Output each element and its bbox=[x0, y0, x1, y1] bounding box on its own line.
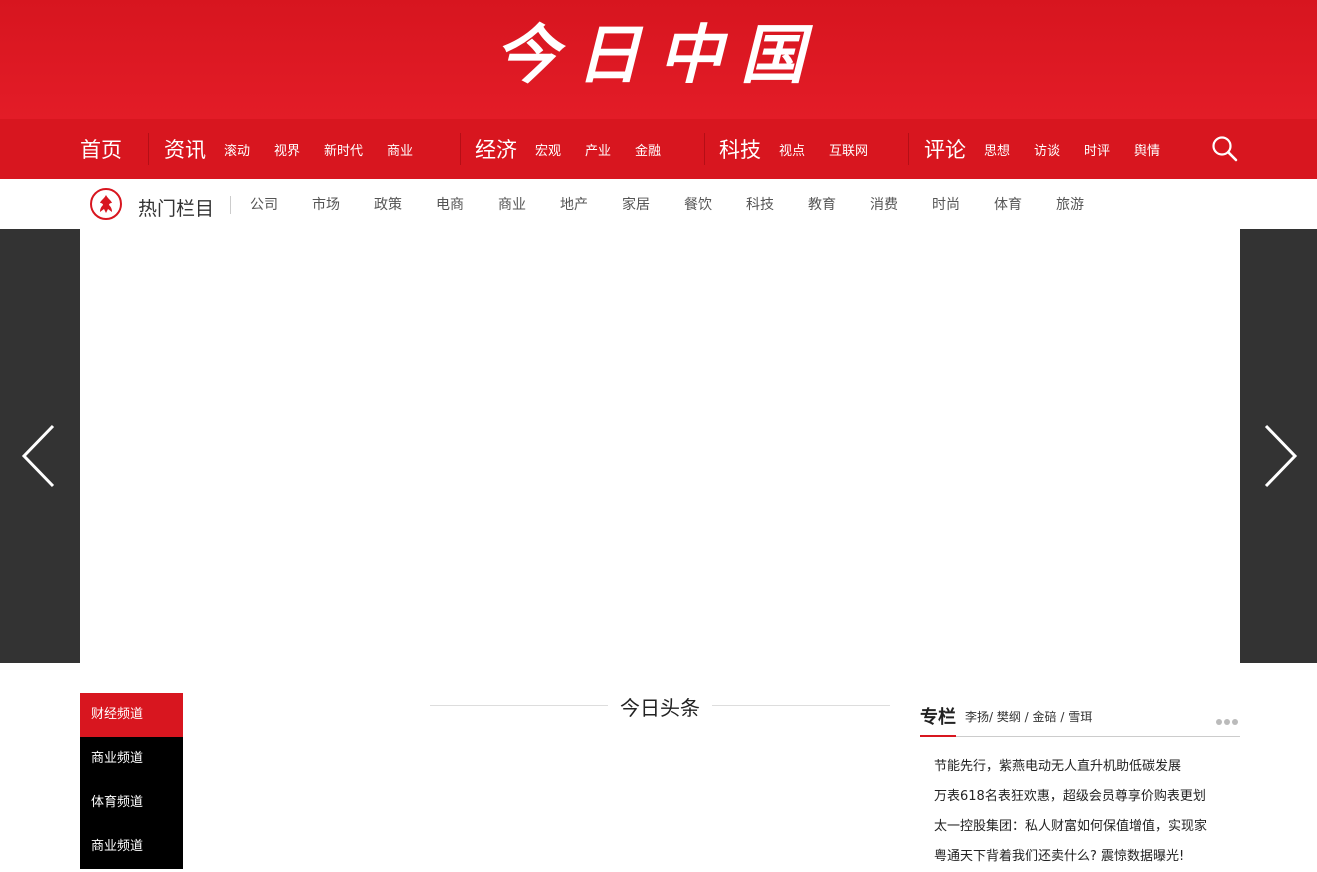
hot-link[interactable]: 教育 bbox=[808, 194, 870, 214]
hot-link[interactable]: 时尚 bbox=[932, 194, 994, 214]
more-dots-icon[interactable] bbox=[1214, 710, 1240, 725]
nav-divider bbox=[460, 133, 461, 165]
nav-group-comment: 评论 思想 访谈 时评 舆情 bbox=[924, 119, 1184, 179]
hot-link[interactable]: 体育 bbox=[994, 194, 1056, 214]
channel-item-business[interactable]: 商业频道 bbox=[80, 737, 183, 781]
nav-comment-thought[interactable]: 思想 bbox=[984, 140, 1010, 159]
nav-economy-finance[interactable]: 金融 bbox=[635, 140, 661, 159]
hot-link[interactable]: 商业 bbox=[498, 194, 560, 214]
nav-divider bbox=[908, 133, 909, 165]
nav-economy-industry[interactable]: 产业 bbox=[585, 140, 611, 159]
column-list-item[interactable]: 粤通天下背着我们还卖什么? 震惊数据曝光! bbox=[934, 842, 1240, 872]
hot-link[interactable]: 旅游 bbox=[1056, 194, 1118, 214]
hot-columns-title: 热门栏目 bbox=[138, 198, 215, 220]
nav-group-tech: 科技 视点 互联网 bbox=[719, 119, 892, 179]
column-list-item[interactable]: 万表618名表狂欢惠，超级会员尊享价购表更划 bbox=[934, 782, 1240, 812]
channel-menu: 财经频道 商业频道 体育频道 商业频道 bbox=[80, 693, 183, 869]
nav-tech-viewpoint[interactable]: 视点 bbox=[779, 140, 805, 159]
hot-divider bbox=[230, 196, 231, 214]
hot-link[interactable]: 电商 bbox=[436, 194, 498, 214]
hot-links: 公司 市场 政策 电商 商业 地产 家居 餐饮 科技 教育 消费 时尚 体育 旅… bbox=[250, 179, 1118, 229]
nav-divider bbox=[148, 133, 149, 165]
hot-link[interactable]: 政策 bbox=[374, 194, 436, 214]
main-nav: 首页 资讯 滚动 视界 新时代 商业 经济 宏观 产业 金融 科技 视点 互联网… bbox=[0, 119, 1317, 179]
hot-emblem-icon bbox=[90, 188, 122, 220]
nav-home[interactable]: 首页 bbox=[80, 134, 122, 164]
nav-news-newera[interactable]: 新时代 bbox=[324, 140, 363, 159]
nav-economy[interactable]: 经济 bbox=[475, 134, 517, 164]
nav-news-scroll[interactable]: 滚动 bbox=[224, 140, 250, 159]
header-banner: 今日中国 bbox=[0, 0, 1317, 119]
nav-comment-opinion[interactable]: 舆情 bbox=[1134, 140, 1160, 159]
column-title[interactable]: 专栏 bbox=[920, 703, 956, 737]
site-logo[interactable]: 今日中国 bbox=[0, 4, 1317, 96]
hot-link[interactable]: 公司 bbox=[250, 194, 312, 214]
column-list: 节能先行，紫燕电动无人直升机助低碳发展 万表618名表狂欢惠，超级会员尊享价购表… bbox=[920, 752, 1240, 872]
headline-section: 今日头条 bbox=[430, 690, 890, 720]
nav-economy-macro[interactable]: 宏观 bbox=[535, 140, 561, 159]
nav-comment-interview[interactable]: 访谈 bbox=[1034, 140, 1060, 159]
nav-comment[interactable]: 评论 bbox=[924, 134, 966, 164]
nav-group-news: 资讯 滚动 视界 新时代 商业 bbox=[164, 119, 437, 179]
slider-next-button[interactable] bbox=[1240, 229, 1317, 663]
nav-tech-internet[interactable]: 互联网 bbox=[829, 140, 868, 159]
column-authors[interactable]: 李扬/ 樊纲 / 金碚 / 雪珥 bbox=[965, 708, 1092, 725]
channel-item-business-2[interactable]: 商业频道 bbox=[80, 825, 183, 869]
column-section: 专栏 李扬/ 樊纲 / 金碚 / 雪珥 节能先行，紫燕电动无人直升机助低碳发展 … bbox=[920, 698, 1240, 872]
search-icon[interactable] bbox=[1211, 135, 1239, 163]
nav-divider bbox=[704, 133, 705, 165]
nav-tech[interactable]: 科技 bbox=[719, 134, 761, 164]
channel-item-sports[interactable]: 体育频道 bbox=[80, 781, 183, 825]
nav-news-view[interactable]: 视界 bbox=[274, 140, 300, 159]
hot-link[interactable]: 科技 bbox=[746, 194, 808, 214]
headline-title: 今日头条 bbox=[608, 696, 712, 720]
nav-group-economy: 经济 宏观 产业 金融 bbox=[475, 119, 685, 179]
channel-item-finance[interactable]: 财经频道 bbox=[80, 693, 183, 737]
hot-link[interactable]: 餐饮 bbox=[684, 194, 746, 214]
nav-news[interactable]: 资讯 bbox=[164, 134, 206, 164]
hot-link[interactable]: 消费 bbox=[870, 194, 932, 214]
chevron-left-icon bbox=[21, 424, 55, 488]
hot-link[interactable]: 地产 bbox=[560, 194, 622, 214]
hot-columns-bar: 热门栏目 公司 市场 政策 电商 商业 地产 家居 餐饮 科技 教育 消费 时尚… bbox=[0, 179, 1317, 229]
chevron-right-icon bbox=[1264, 424, 1298, 488]
hot-link[interactable]: 市场 bbox=[312, 194, 374, 214]
nav-news-business[interactable]: 商业 bbox=[387, 140, 413, 159]
nav-comment-review[interactable]: 时评 bbox=[1084, 140, 1110, 159]
nav-group-home: 首页 bbox=[80, 119, 140, 179]
image-slider bbox=[0, 229, 1317, 663]
hot-link[interactable]: 家居 bbox=[622, 194, 684, 214]
column-list-item[interactable]: 太一控股集团：私人财富如何保值增值，实现家 bbox=[934, 812, 1240, 842]
column-list-item[interactable]: 节能先行，紫燕电动无人直升机助低碳发展 bbox=[934, 752, 1240, 782]
slider-prev-button[interactable] bbox=[0, 229, 80, 663]
